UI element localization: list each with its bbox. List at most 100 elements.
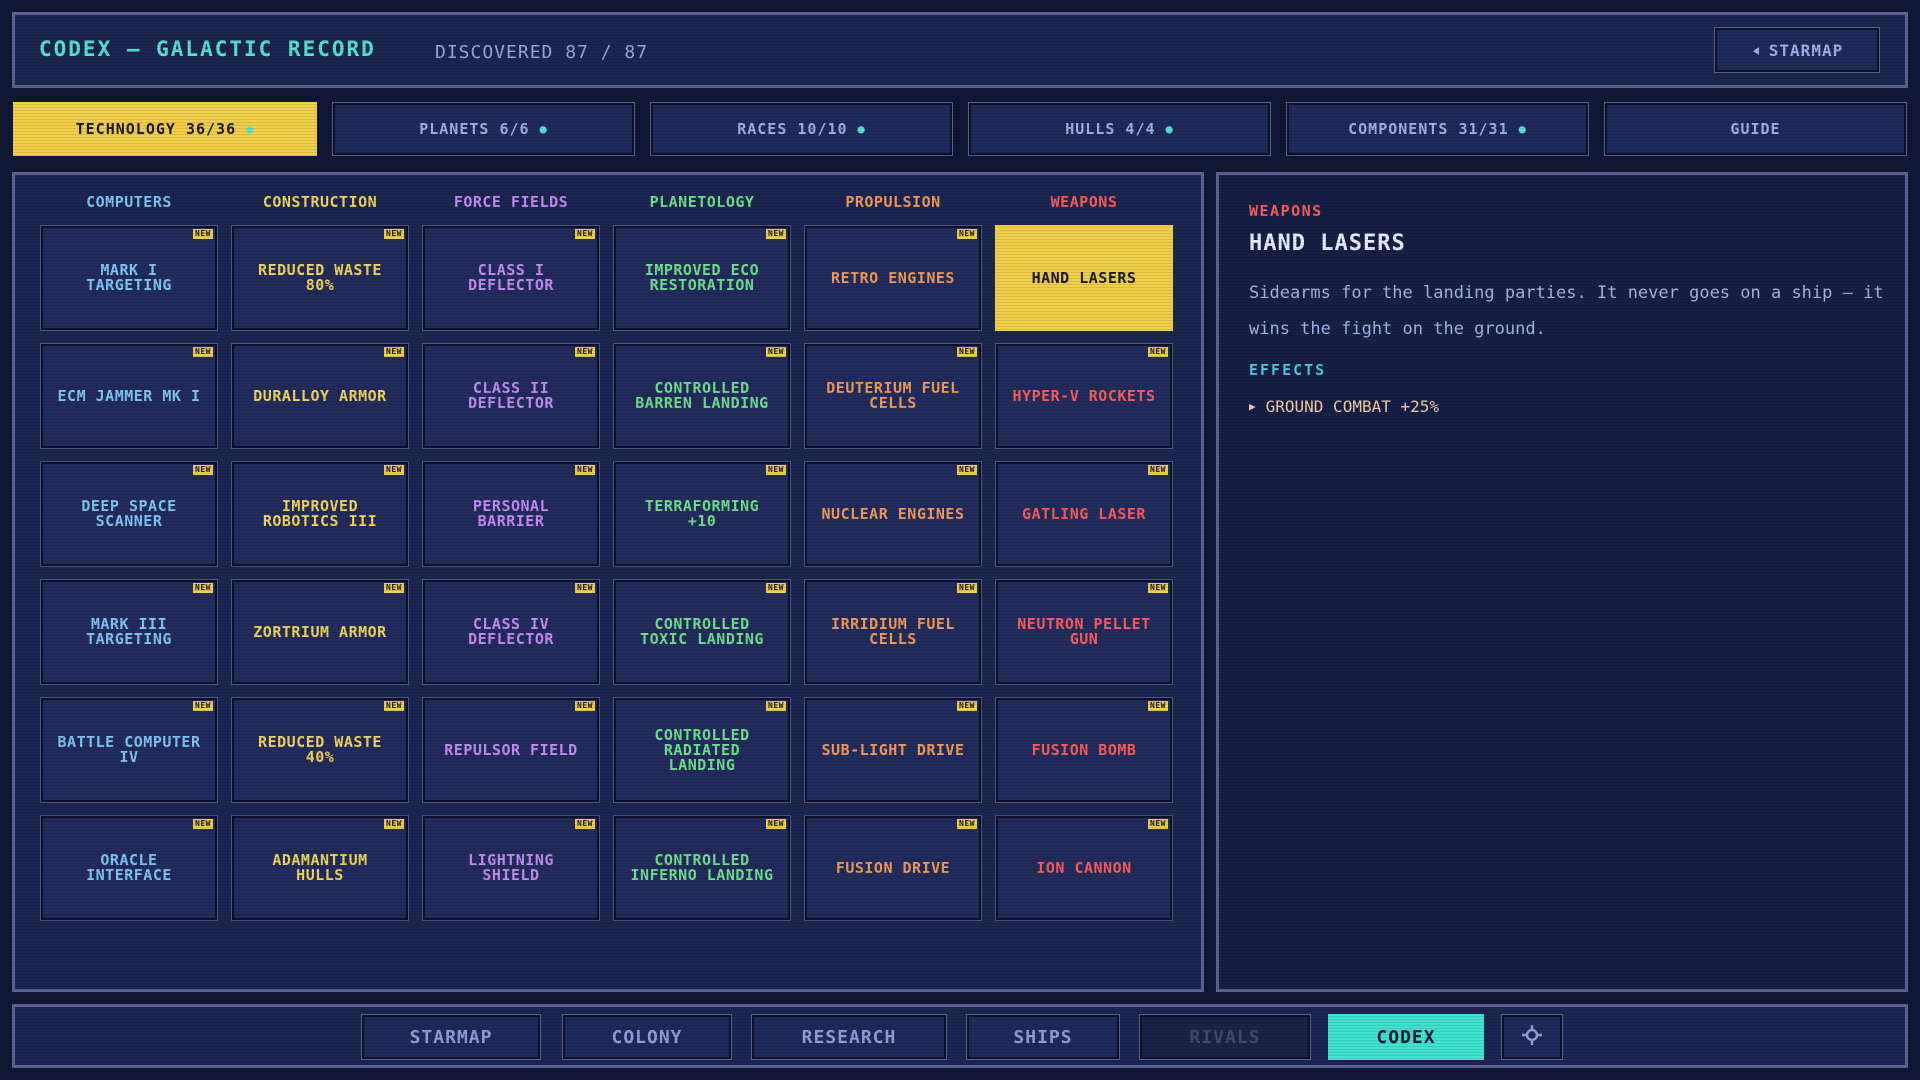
back-to-starmap-button[interactable]: STARMAP <box>1714 27 1880 73</box>
new-badge: NEW <box>957 465 977 475</box>
tab-hulls[interactable]: HULLS 4/4 ● <box>968 102 1271 156</box>
tech-card[interactable]: CONTROLLED RADIATED LANDING NEW <box>613 697 791 803</box>
tech-card[interactable]: DEEP SPACE SCANNER NEW <box>40 461 218 567</box>
tech-card[interactable]: DEUTERIUM FUEL CELLS NEW <box>804 343 982 449</box>
tech-card[interactable]: CONTROLLED INFERNO LANDING NEW <box>613 815 791 921</box>
tech-card[interactable]: IMPROVED ROBOTICS III NEW <box>231 461 409 567</box>
tech-card-label: ION CANNON <box>1036 858 1132 877</box>
tech-card[interactable]: BATTLE COMPUTER IV NEW <box>40 697 218 803</box>
nav-rivals-button: RIVALS <box>1139 1014 1311 1060</box>
nav-research-button[interactable]: RESEARCH <box>751 1014 947 1060</box>
tech-card[interactable]: REDUCED WASTE 40% NEW <box>231 697 409 803</box>
new-badge: NEW <box>575 583 595 593</box>
tech-card-label: CONTROLLED TOXIC LANDING <box>640 615 764 648</box>
tab-technology[interactable]: TECHNOLOGY 36/36 ● <box>13 102 317 156</box>
tech-card[interactable]: ZORTRIUM ARMOR NEW <box>231 579 409 685</box>
new-badge: NEW <box>766 229 786 239</box>
tech-card[interactable]: ORACLE INTERFACE NEW <box>40 815 218 921</box>
tech-card[interactable]: HYPER-V ROCKETS NEW <box>995 343 1173 449</box>
tech-card[interactable]: SUB-LIGHT DRIVE NEW <box>804 697 982 803</box>
tech-card-label: FUSION DRIVE <box>835 858 951 877</box>
tech-card-label: PERSONAL BARRIER <box>472 497 550 530</box>
tech-card[interactable]: CLASS II DEFLECTOR NEW <box>422 343 600 449</box>
tech-card[interactable]: GATLING LASER NEW <box>995 461 1173 567</box>
new-badge: NEW <box>575 465 595 475</box>
tech-card-label: IRRIDIUM FUEL CELLS <box>831 615 955 648</box>
crosshair-icon <box>1520 1023 1544 1052</box>
new-badge: NEW <box>193 819 213 829</box>
tech-card-label: CLASS I DEFLECTOR <box>468 261 554 294</box>
starmap-button-label: STARMAP <box>1768 40 1844 60</box>
tech-card[interactable]: REPULSOR FIELD NEW <box>422 697 600 803</box>
tech-card[interactable]: ADAMANTIUM HULLS NEW <box>231 815 409 921</box>
technology-grid-panel: COMPUTERS MARK I TARGETING NEW ECM JAMMER M… <box>12 172 1204 992</box>
tech-card[interactable]: MARK III TARGETING NEW <box>40 579 218 685</box>
detail-description: Sidearms for the landing parties. It nev… <box>1249 283 1884 339</box>
tech-card-label: SUB-LIGHT DRIVE <box>821 740 965 759</box>
tech-card[interactable]: HAND LASERS <box>995 225 1173 331</box>
tech-card-label: GATLING LASER <box>1022 504 1146 523</box>
crosshair-button[interactable] <box>1501 1014 1563 1060</box>
page-title: CODEX — GALACTIC RECORD <box>39 37 376 61</box>
column-header: CONSTRUCTION <box>262 193 378 211</box>
tech-card[interactable]: PERSONAL BARRIER NEW <box>422 461 600 567</box>
tech-card[interactable]: IMPROVED ECO RESTORATION NEW <box>613 225 791 331</box>
detail-title: HAND LASERS <box>1249 231 1406 256</box>
new-badge: NEW <box>957 819 977 829</box>
effects-heading: EFFECTS <box>1249 361 1327 379</box>
tech-card[interactable]: FUSION BOMB NEW <box>995 697 1173 803</box>
tech-card-label: TERRAFORMING +10 <box>644 497 760 530</box>
tab-guide[interactable]: GUIDE <box>1604 102 1907 156</box>
tech-card-label: REDUCED WASTE 40% <box>258 733 382 766</box>
tab-label: GUIDE <box>1730 120 1781 138</box>
dot-icon: ● <box>246 122 255 136</box>
tech-card-label: FUSION BOMB <box>1031 740 1137 759</box>
new-badge: NEW <box>766 465 786 475</box>
tab-planets[interactable]: PLANETS 6/6 ● <box>332 102 635 156</box>
new-badge: NEW <box>575 819 595 829</box>
tech-card[interactable]: MARK I TARGETING NEW <box>40 225 218 331</box>
tech-card-label: CLASS IV DEFLECTOR <box>468 615 554 648</box>
tech-card[interactable]: CLASS IV DEFLECTOR NEW <box>422 579 600 685</box>
nav-ships-button[interactable]: SHIPS <box>966 1014 1120 1060</box>
tech-card-label: DEUTERIUM FUEL CELLS <box>826 379 960 412</box>
tech-card-label: ECM JAMMER MK I <box>57 386 201 405</box>
new-badge: NEW <box>193 465 213 475</box>
tech-card[interactable]: IRRIDIUM FUEL CELLS NEW <box>804 579 982 685</box>
left-arrow-icon <box>1751 41 1761 60</box>
tech-card[interactable]: REDUCED WASTE 80% NEW <box>231 225 409 331</box>
tech-card[interactable]: NUCLEAR ENGINES NEW <box>804 461 982 567</box>
tech-card[interactable]: TERRAFORMING +10 NEW <box>613 461 791 567</box>
detail-category: WEAPONS <box>1249 202 1323 220</box>
tech-card[interactable]: FUSION DRIVE NEW <box>804 815 982 921</box>
tech-card[interactable]: ECM JAMMER MK I NEW <box>40 343 218 449</box>
tech-card[interactable]: CONTROLLED BARREN LANDING NEW <box>613 343 791 449</box>
tech-card-label: LIGHTNING SHIELD <box>468 851 554 884</box>
tech-card[interactable]: RETRO ENGINES NEW <box>804 225 982 331</box>
tech-card[interactable]: ION CANNON NEW <box>995 815 1173 921</box>
nav-colony-button[interactable]: COLONY <box>562 1014 732 1060</box>
new-badge: NEW <box>957 583 977 593</box>
tab-races[interactable]: RACES 10/10 ● <box>650 102 953 156</box>
tech-card[interactable]: DURALLOY ARMOR NEW <box>231 343 409 449</box>
tech-card-label: CONTROLLED INFERNO LANDING <box>630 851 774 884</box>
tech-card[interactable]: NEUTRON PELLET GUN NEW <box>995 579 1173 685</box>
tab-components[interactable]: COMPONENTS 31/31 ● <box>1286 102 1589 156</box>
tech-card-label: CONTROLLED BARREN LANDING <box>635 379 769 412</box>
tab-label: HULLS 4/4 <box>1065 120 1156 138</box>
new-badge: NEW <box>384 819 404 829</box>
dot-icon: ● <box>1518 122 1527 136</box>
tech-card-label: DURALLOY ARMOR <box>253 386 387 405</box>
discovered-counter: DISCOVERED 87 / 87 <box>435 42 649 63</box>
new-badge: NEW <box>1148 465 1168 475</box>
nav-codex-button[interactable]: CODEX <box>1328 1014 1484 1060</box>
new-badge: NEW <box>957 229 977 239</box>
nav-starmap-button[interactable]: STARMAP <box>361 1014 541 1060</box>
effect-item: ▶ GROUND COMBAT +25% <box>1249 397 1439 416</box>
column-header: FORCE FIELDS <box>453 193 569 211</box>
new-badge: NEW <box>766 583 786 593</box>
tech-card[interactable]: CLASS I DEFLECTOR NEW <box>422 225 600 331</box>
tech-card[interactable]: LIGHTNING SHIELD NEW <box>422 815 600 921</box>
new-badge: NEW <box>766 819 786 829</box>
tech-card[interactable]: CONTROLLED TOXIC LANDING NEW <box>613 579 791 685</box>
